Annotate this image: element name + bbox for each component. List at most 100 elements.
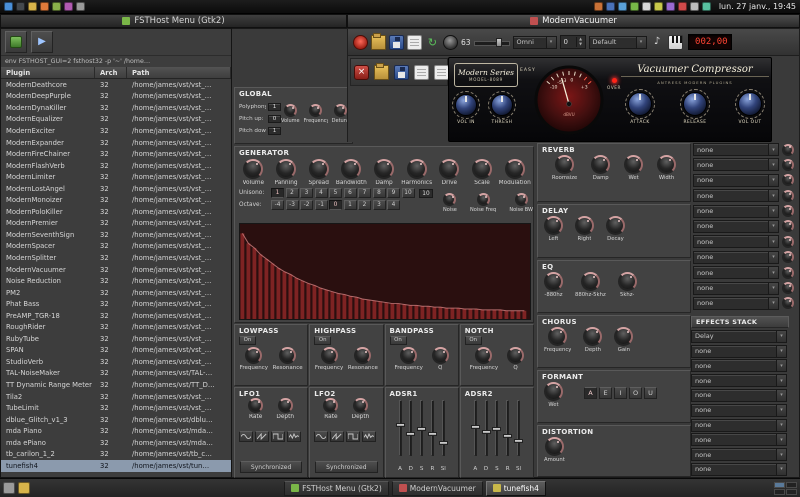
unisono-button-5[interactable]: 5 [329,188,342,198]
mod-source-select[interactable]: none▾ [693,282,779,295]
plugin-row[interactable]: ModernVacuumer32/home/james/vst/vst_… [1,264,231,276]
880hz-5khz-knob[interactable] [581,272,600,291]
noise-shape-button[interactable] [287,431,301,442]
q-knob[interactable] [432,347,449,364]
lfo-sync-button[interactable]: Synchronized [315,461,377,473]
noise-shape-button[interactable] [362,431,376,442]
adsr-slider-s[interactable] [492,400,501,456]
workspace-4[interactable] [786,489,797,495]
effect-slot-10[interactable]: none▾ [691,463,787,476]
column-header-path[interactable]: Path [127,67,231,78]
decay-knob[interactable] [606,216,625,235]
adsr-slider-sl[interactable] [439,400,448,456]
mod-amount-knob[interactable] [782,205,794,217]
spread-knob[interactable] [309,159,329,179]
plugin-row[interactable]: ModernFlashVerb32/home/james/vst/vst_… [1,160,231,172]
plugin-row[interactable]: tunefish432/home/james/vst/tun… [1,460,231,472]
plugin-row[interactable]: ModernSeventhSign32/home/james/vst/vst_… [1,229,231,241]
mod-source-select[interactable]: none▾ [693,174,779,187]
plugin-row[interactable]: ModernDeepPurple32/home/james/vst/vst_… [1,91,231,103]
depth-knob[interactable] [583,327,602,346]
plugin-row[interactable]: ModernLimiter32/home/james/vst/vst_… [1,171,231,183]
tray-update-icon[interactable] [594,2,603,11]
octave-button-3[interactable]: -3 [286,200,299,210]
left-knob[interactable] [544,216,563,235]
taskbar-item-fsthost-menu-gtk2[interactable]: FSTHost Menu (Gtk2) [284,481,389,496]
frequency-knob[interactable] [321,347,338,364]
rate-knob[interactable] [323,398,338,413]
plugin-row[interactable]: ModernExciter32/home/james/vst/vst_… [1,125,231,137]
adsr-slider-d[interactable] [406,400,415,456]
panning-knob[interactable] [276,159,296,179]
mod-source-select[interactable]: none▾ [693,158,779,171]
volume-slider[interactable] [474,38,510,47]
effect-slot-7[interactable]: none▾ [691,419,787,432]
plugin-row[interactable]: RubyTube32/home/james/vst/vst_… [1,333,231,345]
midi-learn-button[interactable]: ♪ [650,35,665,50]
sine-shape-button[interactable] [239,431,253,442]
bandwidth-knob[interactable] [341,159,361,179]
mod-amount-knob[interactable] [782,220,794,232]
octave-button-4[interactable]: -4 [271,200,284,210]
mod-source-select[interactable]: none▾ [693,266,779,279]
tray-volume-icon[interactable] [630,2,639,11]
slider-handle[interactable] [406,432,415,436]
damp-knob[interactable] [591,155,610,174]
noise-knob[interactable] [443,193,456,206]
mod-amount-knob[interactable] [782,236,794,248]
plugin-row[interactable]: SPAN32/home/james/vst/vst_… [1,345,231,357]
slider-handle[interactable] [482,430,491,434]
right-knob[interactable] [575,216,594,235]
plugin-row[interactable]: ModernEqualizer32/home/james/vst/vst_… [1,114,231,126]
plugin-row[interactable]: tb_carilon_1_232/home/james/vst/tb_c… [1,449,231,461]
plugin-table[interactable]: ModernDeathcore32/home/james/vst/vst_…Mo… [1,79,231,475]
q-knob[interactable] [507,347,524,364]
plugin-row[interactable]: ModernDynaKiller32/home/james/vst/vst_… [1,102,231,114]
tray-display-icon[interactable] [666,2,675,11]
vowel-button-e[interactable]: E [599,387,612,399]
mod-amount-knob[interactable] [782,174,794,186]
frequency-knob[interactable] [400,347,417,364]
mod-source-select[interactable]: none▾ [693,143,779,156]
saw-shape-button[interactable] [255,431,269,442]
unisono-button-9[interactable]: 9 [387,188,400,198]
noise-freq-knob[interactable] [477,193,490,206]
plugin-row[interactable]: Phat Bass32/home/james/vst/vst_… [1,298,231,310]
octave-button-2[interactable]: -2 [300,200,313,210]
adsr-slider-a[interactable] [471,400,480,456]
pitch-down-value[interactable]: 1 [268,127,281,135]
adsr-slider-sl[interactable] [514,400,523,456]
saw-shape-button[interactable] [330,431,344,442]
clock[interactable]: lun. 27 janv., 19:45 [719,2,796,11]
notch-on-button[interactable]: On [465,336,482,345]
vacuumer-titlebar[interactable]: ModernVacuumer [347,14,800,28]
slider-handle[interactable] [514,439,523,443]
workspace-2[interactable] [786,482,797,488]
unisono-button-2[interactable]: 2 [286,188,299,198]
depth-knob[interactable] [353,398,368,413]
octave-button-1[interactable]: -1 [315,200,328,210]
slider-handle[interactable] [492,427,501,431]
terminal-icon[interactable] [16,2,25,11]
unisono-button-7[interactable]: 7 [358,188,371,198]
fsthost-titlebar[interactable]: FSTHost Menu (Gtk2) [0,14,347,28]
workspace-1[interactable] [774,482,785,488]
workspace-3[interactable] [774,489,785,495]
detune-knob[interactable] [334,104,347,117]
mod-source-select[interactable]: none▾ [693,189,779,202]
volume-slider-thumb[interactable] [496,38,502,47]
preset-select[interactable]: Default ▾ [589,36,647,49]
text-editor-icon[interactable] [52,2,61,11]
highpass-on-button[interactable]: On [314,336,331,345]
modulation-knob[interactable] [505,159,525,179]
browser-icon[interactable] [40,2,49,11]
effect-slot-4[interactable]: none▾ [691,374,787,387]
applications-menu-icon[interactable] [4,2,13,11]
mod-source-select[interactable]: none▾ [693,220,779,233]
damp-knob[interactable] [374,159,394,179]
plugin-row[interactable]: PreAMP_TGR-1832/home/james/vst/vst_… [1,310,231,322]
plugin-row[interactable]: ModernPoloKiller32/home/james/vst/vst_… [1,206,231,218]
slider-handle[interactable] [471,425,480,429]
column-header-plugin[interactable]: Plugin [1,67,95,78]
slider-handle[interactable] [503,434,512,438]
